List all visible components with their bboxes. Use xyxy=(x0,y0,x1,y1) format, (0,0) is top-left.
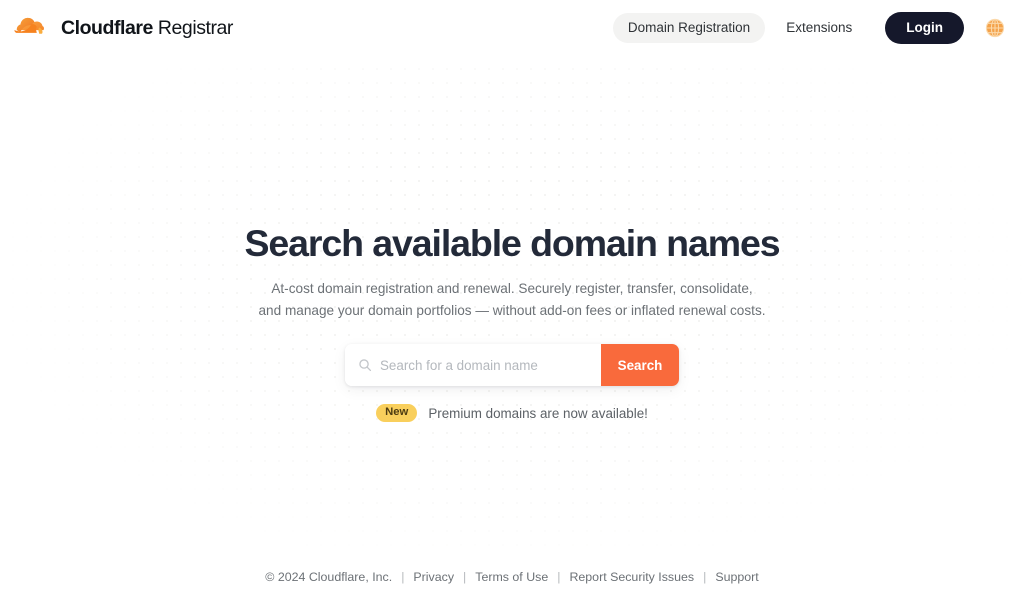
top-header: Cloudflare Registrar Domain Registration… xyxy=(0,0,1024,56)
nav-item-domain-registration[interactable]: Domain Registration xyxy=(612,13,766,43)
login-button[interactable]: Login xyxy=(885,12,964,44)
hero-subtitle-line-1: At-cost domain registration and renewal.… xyxy=(271,281,753,296)
footer-link-privacy[interactable]: Privacy xyxy=(413,570,454,584)
brand-name-light: Registrar xyxy=(157,16,234,39)
brand-name: Cloudflare Registrar xyxy=(61,17,233,40)
new-badge: New xyxy=(376,404,418,423)
footer-link-support[interactable]: Support xyxy=(715,570,758,584)
footer-copyright: © 2024 Cloudflare, Inc. xyxy=(265,570,393,584)
footer-separator: | xyxy=(463,570,467,584)
premium-domains-promo: New Premium domains are now available! xyxy=(376,404,648,423)
footer-links-row: © 2024 Cloudflare, Inc. | Privacy | Term… xyxy=(265,570,758,584)
hero-subtitle-line-2: and manage your domain portfolios — with… xyxy=(258,303,766,319)
brand-name-strong: Cloudflare xyxy=(61,16,153,39)
primary-navigation: Domain Registration Extensions Login xyxy=(612,12,1006,44)
page-root: Cloudflare Registrar Domain Registration… xyxy=(0,0,1024,596)
page-title: Search available domain names xyxy=(244,222,780,264)
page-footer: © 2024 Cloudflare, Inc. | Privacy | Term… xyxy=(0,570,1024,596)
footer-link-terms-of-use[interactable]: Terms of Use xyxy=(475,570,548,584)
domain-search-bar: Search xyxy=(345,344,679,387)
hero-subtitle: At-cost domain registration and renewal.… xyxy=(258,278,765,322)
promo-text: Premium domains are now available! xyxy=(428,405,648,421)
search-input[interactable] xyxy=(380,357,591,373)
search-icon xyxy=(359,359,372,372)
globe-icon xyxy=(985,18,1005,38)
hero-section: Search available domain names At-cost do… xyxy=(0,56,1024,570)
footer-separator: | xyxy=(557,570,561,584)
language-globe-button[interactable] xyxy=(984,17,1006,39)
brand-logo-link[interactable]: Cloudflare Registrar xyxy=(14,16,233,40)
footer-separator: | xyxy=(401,570,405,584)
footer-link-report-security-issues[interactable]: Report Security Issues xyxy=(569,570,694,584)
nav-item-extensions[interactable]: Extensions xyxy=(771,13,867,43)
cloudflare-cloud-icon xyxy=(14,17,44,34)
footer-separator: | xyxy=(703,570,707,584)
search-field-wrapper[interactable] xyxy=(345,344,601,387)
search-button[interactable]: Search xyxy=(601,344,679,387)
